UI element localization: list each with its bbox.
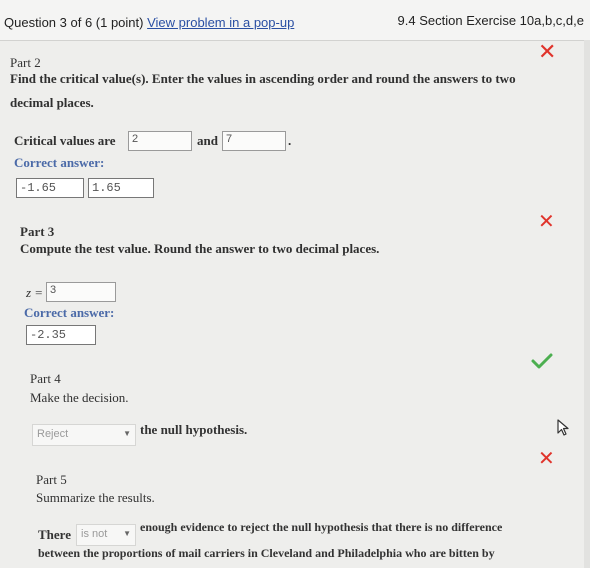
- period-label: .: [288, 133, 292, 148]
- part2-instruction-line1: Find the critical value(s). Enter the va…: [10, 71, 516, 86]
- part4-suffix: the null hypothesis.: [140, 422, 248, 437]
- part3-correct-answer-label: Correct answer:: [24, 305, 115, 320]
- evidence-select-value: is not: [81, 528, 108, 540]
- question-header: Question 3 of 6 (1 point) View problem i…: [0, 0, 590, 41]
- part4-instruction: Make the decision.: [30, 390, 129, 405]
- critical-values-label: Critical values are: [14, 133, 116, 148]
- part5-instruction: Summarize the results.: [36, 490, 155, 505]
- part5-line2: between the proportions of mail carriers…: [38, 546, 495, 560]
- part2-correct-answer-2: 1.65: [88, 178, 154, 198]
- evidence-select[interactable]: is not ▼: [76, 524, 136, 546]
- mouse-cursor-icon: [557, 419, 569, 436]
- part5-prefix: There: [38, 527, 71, 542]
- scrollbar[interactable]: [584, 40, 590, 568]
- view-popup-link[interactable]: View problem in a pop-up: [147, 15, 294, 30]
- x-mark-icon: ✕: [538, 209, 555, 233]
- part4-label: Part 4: [30, 371, 61, 386]
- part2-instruction-line2: decimal places.: [10, 95, 94, 110]
- z-label: z =: [26, 285, 44, 300]
- dropdown-caret-icon: ▼: [123, 529, 131, 538]
- decision-select[interactable]: Reject ▼: [32, 424, 136, 446]
- part5-line1: enough evidence to reject the null hypot…: [140, 520, 503, 534]
- question-number: Question 3 of 6 (1 point): [4, 15, 144, 30]
- x-mark-icon: ✕: [538, 446, 555, 470]
- critical-value-1-input[interactable]: 2: [128, 131, 192, 151]
- question-title: Question 3 of 6 (1 point) View problem i…: [4, 15, 294, 30]
- decision-select-value: Reject: [37, 428, 69, 440]
- x-mark-icon: ✕: [538, 40, 557, 65]
- part5-label: Part 5: [36, 472, 67, 487]
- check-mark-icon: [531, 353, 553, 369]
- part3-instruction: Compute the test value. Round the answer…: [20, 241, 380, 256]
- part3-correct-answer: -2.35: [26, 325, 96, 345]
- part2-correct-answer-1: -1.65: [16, 178, 84, 198]
- and-label: and: [197, 133, 218, 148]
- part3-label: Part 3: [20, 224, 55, 239]
- section-label: 9.4 Section Exercise 10a,b,c,d,e: [397, 13, 584, 28]
- part2-correct-answer-label: Correct answer:: [14, 155, 105, 170]
- critical-value-2-input[interactable]: 7: [222, 131, 286, 151]
- test-value-input[interactable]: 3: [46, 282, 116, 302]
- dropdown-caret-icon: ▼: [123, 429, 131, 438]
